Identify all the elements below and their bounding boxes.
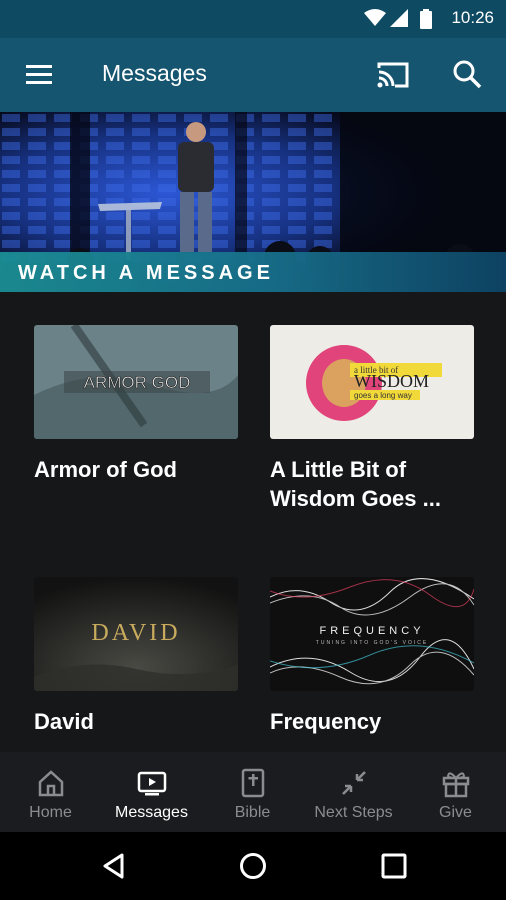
tv-play-icon [137,771,166,796]
arrows-in-icon [341,771,366,795]
tab-home[interactable]: Home [0,752,101,832]
wifi-icon [364,9,386,26]
gift-icon [442,772,469,798]
message-thumbnail: ARMOR GOD [34,325,238,439]
message-thumbnail: a little bit of WISDOM goes a long way [270,325,474,439]
tab-bible[interactable]: Bible [202,752,303,832]
status-bar: 10:26 [0,0,506,38]
thumbnail-text: FREQUENCY [319,625,424,637]
home-icon [38,770,63,797]
page-title: Messages [102,60,207,86]
battery-icon [420,9,432,29]
message-title: A Little Bit of Wisdom Goes ... [270,457,441,511]
message-title: David [34,709,94,734]
message-card-armor-of-god[interactable]: ARMOR GOD Armor of God [34,325,238,484]
message-card-wisdom[interactable]: a little bit of WISDOM goes a long way A… [270,325,474,513]
message-title: Frequency [270,709,382,734]
message-card-david[interactable]: DAVID David [34,577,238,736]
tab-give[interactable]: Give [405,752,506,832]
thumbnail-text: WISDOM [354,371,429,391]
watch-banner-label: WATCH A MESSAGE [18,262,274,284]
thumbnail-sub-text: TUNING INTO GOD'S VOICE [316,640,428,646]
hero-banner[interactable]: WATCH A MESSAGE [0,112,506,292]
message-thumbnail: FREQUENCY TUNING INTO GOD'S VOICE [270,577,474,691]
bottom-tab-bar: Home Messages Bible Next Steps Give [0,752,506,832]
thumbnail-sub-text: goes a long way [354,391,412,400]
tab-label: Bible [234,804,271,821]
tab-label: Give [439,804,472,821]
tab-label: Messages [115,804,188,821]
app-bar: Messages [0,38,506,112]
thumbnail-text: ARMOR GOD [84,373,191,392]
search-icon[interactable] [452,59,482,89]
message-card-frequency[interactable]: FREQUENCY TUNING INTO GOD'S VOICE Freque… [270,577,474,736]
tab-label: Next Steps [314,804,393,821]
recents-icon[interactable] [380,852,408,880]
bible-icon [241,768,264,798]
message-thumbnail: DAVID [34,577,238,691]
tab-label: Home [29,804,72,821]
message-grid: ARMOR GOD Armor of God a little bit of W… [0,292,506,752]
signal-icon [390,9,408,27]
system-nav-bar [0,832,506,900]
tab-next-steps[interactable]: Next Steps [303,752,404,832]
thumbnail-text: DAVID [91,620,180,646]
cast-icon[interactable] [376,60,410,90]
message-title: Armor of God [34,457,177,482]
tab-messages[interactable]: Messages [101,752,202,832]
home-circle-icon[interactable] [239,852,267,880]
back-icon[interactable] [100,852,128,880]
menu-icon[interactable] [24,62,54,88]
status-time: 10:26 [451,8,494,27]
